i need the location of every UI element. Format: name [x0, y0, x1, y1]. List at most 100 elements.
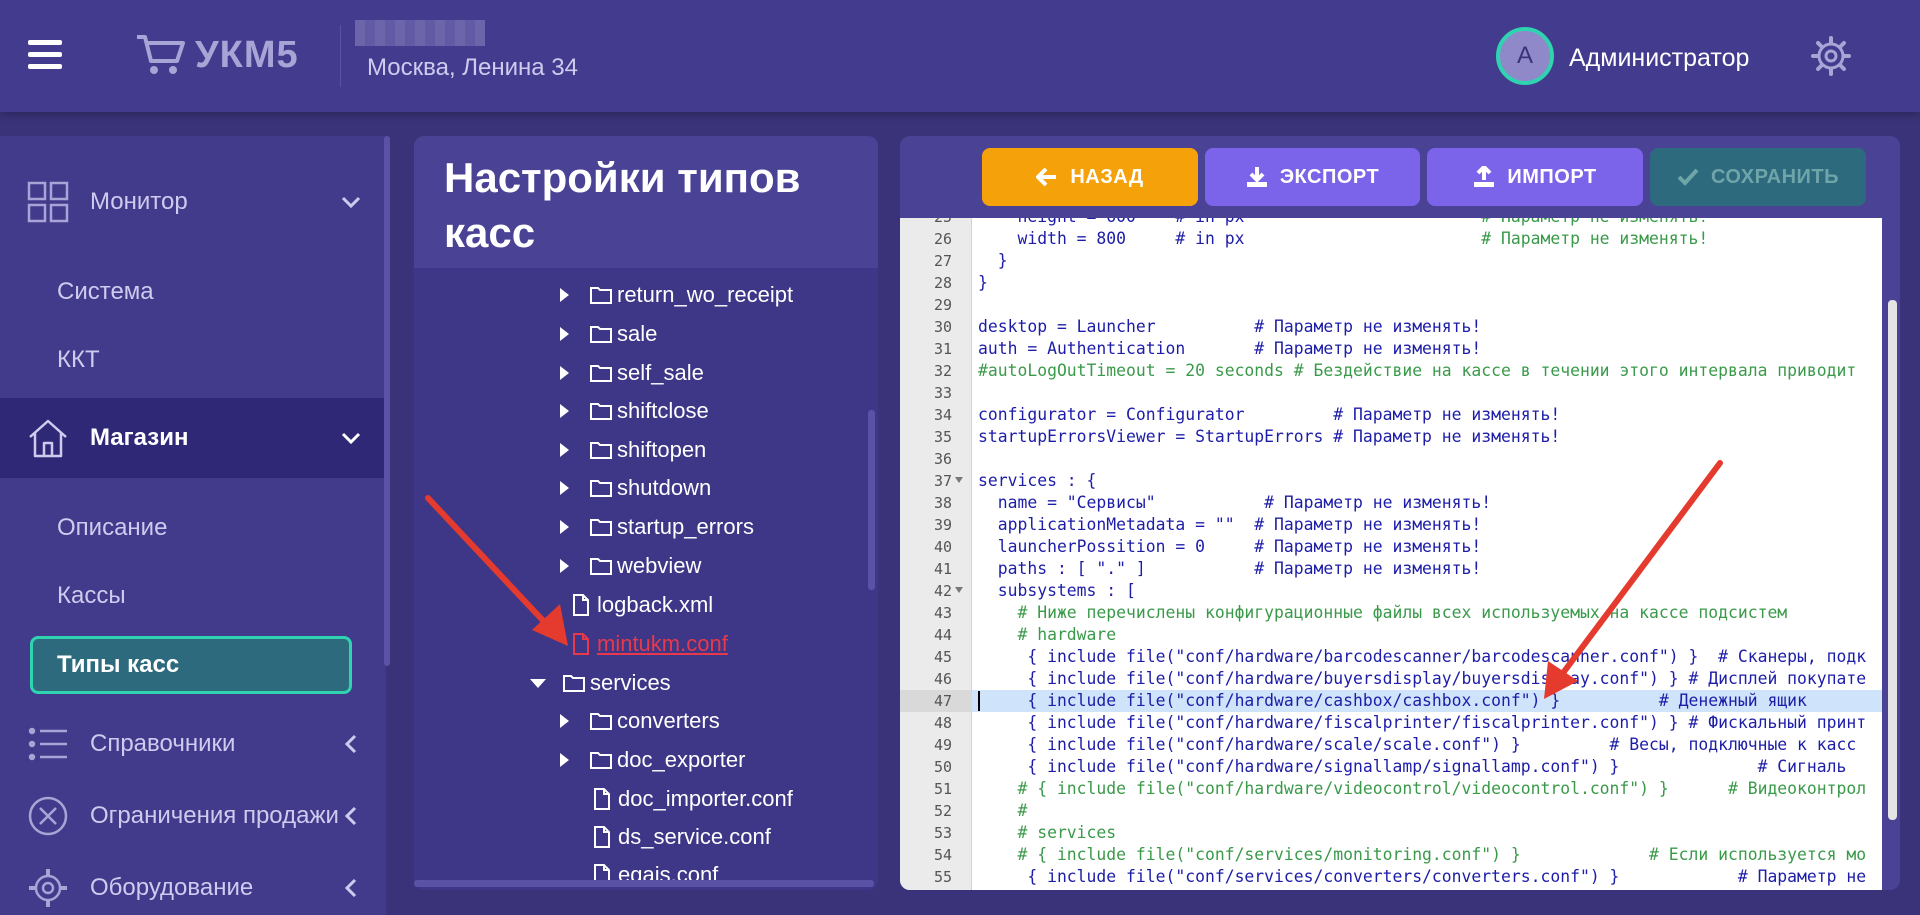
tree-item[interactable]: shutdown	[560, 471, 711, 505]
user-name[interactable]: Администратор	[1569, 44, 1749, 73]
import-button[interactable]: ИМПОРТ	[1427, 148, 1643, 206]
expand-triangle-icon[interactable]	[560, 559, 569, 573]
collapse-triangle-icon[interactable]	[530, 678, 546, 688]
tree-item[interactable]: converters	[560, 704, 720, 738]
tree-header: Настройки типов касс	[414, 136, 878, 268]
line-number: 52	[933, 802, 952, 820]
line-number: 47	[900, 690, 972, 712]
tree-item[interactable]: doc_exporter	[560, 743, 745, 777]
code-line: 44 # hardware	[900, 624, 1882, 646]
save-button-label: СОХРАНИТЬ	[1710, 165, 1839, 188]
sidebar-item-references[interactable]: Справочники	[0, 704, 386, 784]
tree-item[interactable]: return_wo_receipt	[560, 278, 793, 312]
tree-item[interactable]: logback.xml	[569, 588, 713, 622]
tree-scrollbar[interactable]	[868, 410, 875, 590]
code-text: name = "Сервисы" # Параметр не изменять!	[978, 492, 1491, 514]
tree-item[interactable]: doc_importer.conf	[590, 782, 793, 816]
sidebar-item-kkt[interactable]: ККТ	[57, 346, 100, 374]
code-text: { include file("conf/hardware/barcodesca…	[978, 646, 1866, 668]
code-text: { include file("conf/hardware/buyersdisp…	[978, 668, 1866, 690]
code-text: #autoLogOutTimeout = 20 seconds # Бездей…	[978, 360, 1856, 382]
expand-triangle-icon[interactable]	[560, 753, 569, 767]
code-segment: launcherPossition = 0 # Параметр не изме…	[978, 537, 1482, 556]
code-segment: { include file("conf/hardware/signallamp…	[978, 757, 1847, 776]
sidebar-item-register-types[interactable]: Типы касс	[30, 636, 352, 694]
chevron-left-icon	[344, 806, 357, 826]
code-text: paths : [ "." ] # Параметр не изменять!	[978, 558, 1482, 580]
blurred-store-label	[355, 20, 485, 46]
back-button[interactable]: НАЗАД	[982, 148, 1198, 206]
fold-arrow-icon[interactable]	[955, 587, 963, 593]
header-divider	[340, 25, 341, 87]
sidebar-item-registers[interactable]: Кассы	[57, 582, 126, 610]
arrow-left-icon	[1036, 167, 1057, 187]
fold-arrow-icon[interactable]	[955, 477, 963, 483]
code-line: 26 width = 800 # in px # Параметр не изм…	[900, 228, 1882, 250]
tree-item[interactable]: startup_errors	[560, 510, 754, 544]
code-text: { include file("conf/hardware/signallamp…	[978, 756, 1846, 778]
tree-item-label: logback.xml	[597, 592, 714, 617]
cancel-circle-icon	[28, 796, 68, 836]
tree-item[interactable]: services	[530, 666, 671, 700]
code-line: 25 height = 600 # in px # Параметр не из…	[900, 218, 1882, 228]
code-text: # { include file("conf/hardware/videocon…	[978, 778, 1866, 800]
line-number: 53	[933, 824, 952, 842]
code-text: { include file("conf/hardware/fiscalprin…	[978, 712, 1866, 734]
code-segment: { include file("conf/hardware/scale/scal…	[978, 735, 1857, 754]
sidebar-item-monitor[interactable]: Монитор	[0, 162, 386, 242]
tree-item[interactable]: webview	[560, 549, 701, 583]
sidebar-scrollbar[interactable]	[384, 136, 390, 666]
tree-item[interactable]: mintukm.conf	[569, 627, 728, 661]
code-line: 30 desktop = Launcher # Параметр не измен…	[900, 316, 1882, 338]
tree-item[interactable]: ds_service.conf	[590, 820, 771, 854]
sidebar-item-equipment[interactable]: Оборудование	[0, 848, 386, 915]
sidebar-item-description[interactable]: Описание	[57, 514, 167, 542]
code-comment: # { include file("conf/services/monitori…	[978, 845, 1867, 864]
editor-scrollbar[interactable]	[1888, 300, 1897, 820]
line-number: 26	[933, 230, 952, 248]
tree-item-label: sale	[617, 321, 658, 346]
expand-triangle-icon[interactable]	[560, 366, 569, 380]
tree-item[interactable]: shiftclose	[560, 394, 709, 428]
export-button[interactable]: ЭКСПОРТ	[1205, 148, 1420, 206]
tree-item[interactable]: sale	[560, 317, 657, 351]
chevron-down-icon	[341, 432, 361, 445]
download-icon	[1246, 167, 1267, 187]
avatar[interactable]: А	[1496, 27, 1554, 85]
file-icon	[573, 594, 589, 616]
tree-item-label: shiftopen	[617, 437, 707, 462]
tree-item-label: startup_errors	[617, 514, 754, 539]
expand-triangle-icon[interactable]	[560, 520, 569, 534]
code-segment: services : {	[978, 471, 1097, 490]
code-segment: height = 600 # in px	[978, 218, 1244, 226]
tree-item[interactable]: self_sale	[560, 356, 704, 390]
sidebar-item-store[interactable]: Магазин	[0, 398, 386, 478]
logo-text: УКМ5	[195, 33, 299, 76]
sidebar-item-system[interactable]: Система	[57, 278, 154, 306]
code-segment: }	[978, 251, 1008, 270]
expand-triangle-icon[interactable]	[560, 327, 569, 341]
code-editor[interactable]: 25 height = 600 # in px # Параметр не из…	[900, 218, 1882, 890]
sidebar-item-sale-restrictions[interactable]: Ограничения продажи	[0, 776, 386, 856]
code-comment: # services	[978, 823, 1117, 842]
code-segment: auth = Authentication # Параметр не изме…	[978, 339, 1482, 358]
code-text: startupErrorsViewer = StartupErrors # Па…	[978, 426, 1560, 448]
tree-item-label: webview	[617, 553, 702, 578]
tree-horizontal-scrollbar[interactable]	[414, 880, 874, 887]
expand-triangle-icon[interactable]	[560, 443, 569, 457]
expand-triangle-icon[interactable]	[560, 404, 569, 418]
menu-icon[interactable]	[28, 40, 62, 70]
code-comment: # Параметр не изменять!	[1244, 229, 1709, 248]
tree-item-label: mintukm.conf	[597, 631, 728, 656]
expand-triangle-icon[interactable]	[560, 481, 569, 495]
save-button[interactable]: СОХРАНИТЬ	[1650, 148, 1866, 206]
gear-icon[interactable]	[1811, 36, 1851, 76]
expand-triangle-icon[interactable]	[560, 288, 569, 302]
code-segment: name = "Сервисы" # Параметр не изменять!	[978, 493, 1492, 512]
line-number: 44	[933, 626, 952, 644]
folder-icon	[590, 287, 612, 304]
folder-icon	[590, 713, 612, 730]
tree-item[interactable]: shiftopen	[560, 433, 706, 467]
expand-triangle-icon[interactable]	[560, 714, 569, 728]
import-button-label: ИМПОРТ	[1507, 165, 1597, 188]
